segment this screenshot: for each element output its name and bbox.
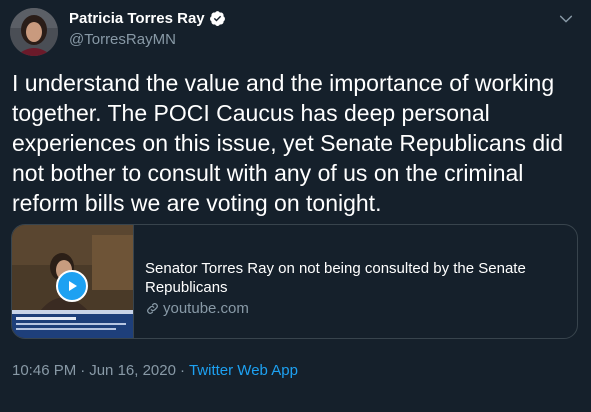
author-name-row[interactable]: Patricia Torres Ray bbox=[69, 10, 226, 27]
card-title[interactable]: Senator Torres Ray on not being consulte… bbox=[145, 259, 565, 297]
play-icon bbox=[69, 281, 77, 291]
chevron-down-icon bbox=[559, 15, 573, 23]
tweet-source-link[interactable]: Twitter Web App bbox=[189, 362, 298, 379]
play-button[interactable] bbox=[56, 270, 88, 302]
meta-separator-2: · bbox=[179, 362, 185, 379]
card-domain-row: youtube.com bbox=[145, 300, 565, 317]
card-body[interactable]: Senator Torres Ray on not being consulte… bbox=[134, 225, 577, 338]
verified-badge-icon bbox=[209, 11, 225, 26]
card-domain: youtube.com bbox=[163, 300, 249, 317]
author-handle[interactable]: @TorresRayMN bbox=[69, 31, 176, 48]
meta-separator: · bbox=[80, 362, 86, 379]
avatar-image bbox=[10, 8, 58, 56]
video-thumbnail[interactable] bbox=[12, 225, 134, 338]
author-name[interactable]: Patricia Torres Ray bbox=[69, 10, 205, 27]
link-icon bbox=[147, 303, 158, 314]
avatar[interactable] bbox=[10, 8, 58, 56]
tweet-time[interactable]: 10:46 PM bbox=[12, 362, 76, 379]
tweet-text: I understand the value and the importanc… bbox=[12, 70, 564, 216]
tweet-date[interactable]: Jun 16, 2020 bbox=[89, 362, 176, 379]
tweet-meta: 10:46 PM · Jun 16, 2020 · Twitter Web App bbox=[12, 362, 298, 379]
more-options-button[interactable] bbox=[555, 8, 577, 30]
link-card[interactable]: Senator Torres Ray on not being consulte… bbox=[11, 224, 578, 339]
